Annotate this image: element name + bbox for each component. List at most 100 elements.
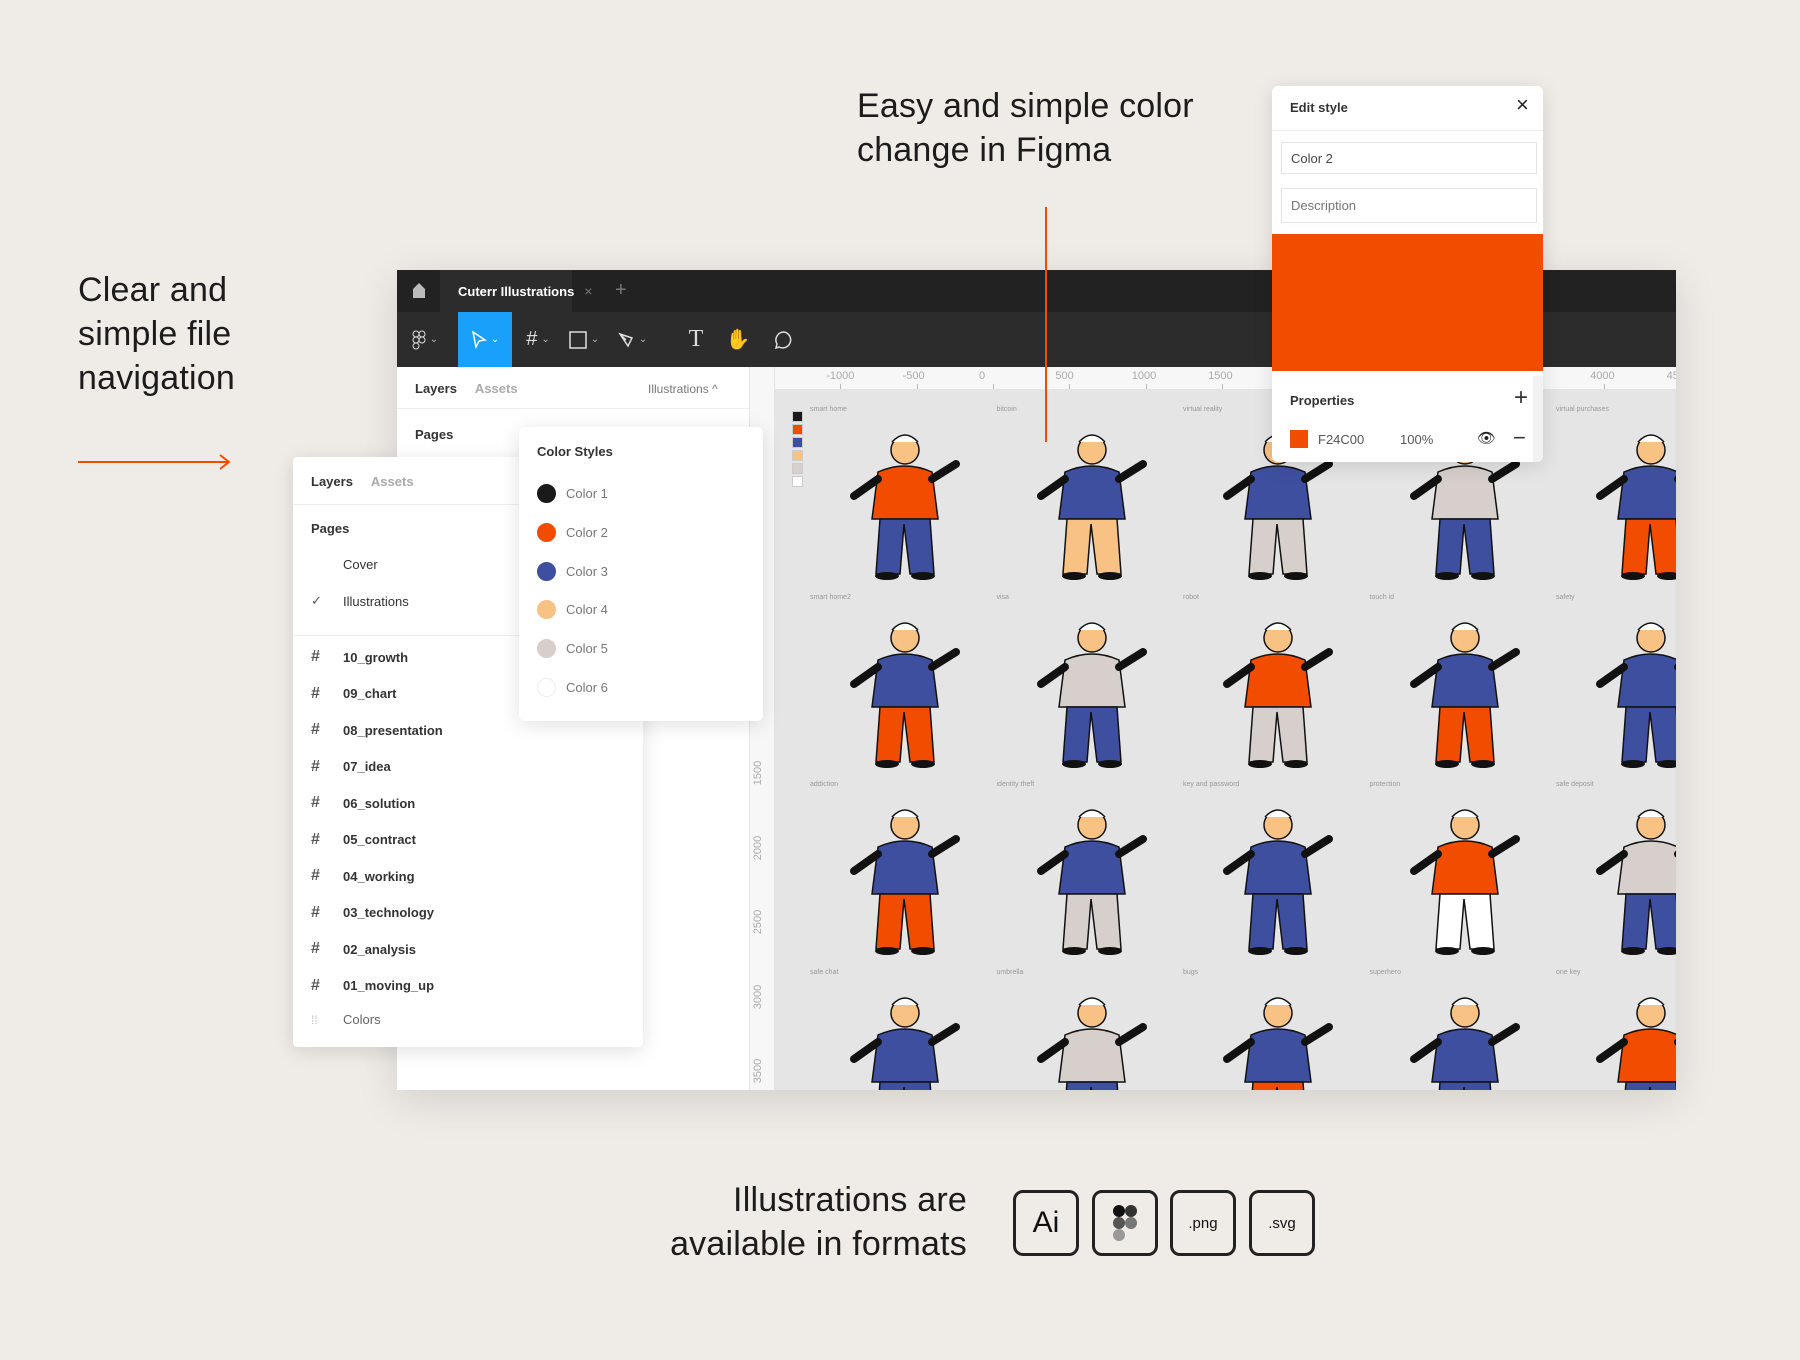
tab-assets[interactable]: Assets (475, 381, 518, 396)
figma-menu-icon[interactable]: ⌄ (405, 312, 445, 367)
illustration[interactable] (1586, 799, 1676, 959)
close-icon[interactable]: × (1516, 92, 1529, 118)
description-input[interactable] (1281, 188, 1537, 223)
layer-frame[interactable]: #04_working (311, 867, 415, 885)
fill-hex[interactable]: F24C00 (1318, 432, 1364, 447)
layer-name: 09_chart (343, 686, 397, 701)
illustration-label: identity theft (996, 781, 1035, 788)
color-preview (1272, 234, 1543, 371)
layer-name: 07_idea (343, 759, 391, 774)
color-style-item[interactable]: Color 1 (537, 484, 608, 503)
add-property-icon[interactable]: + (1514, 384, 1528, 412)
illustration[interactable] (1027, 987, 1157, 1090)
layer-name: Colors (343, 1012, 381, 1027)
illustration[interactable] (840, 612, 970, 772)
file-tab-title: Cuterr Illustrations (458, 283, 575, 299)
headline-line: Easy and simple color (857, 87, 1194, 125)
pen-icon[interactable]: ⌄ (609, 312, 655, 367)
illustration[interactable] (1400, 987, 1530, 1090)
frame-icon[interactable]: # ⌄ (515, 312, 561, 367)
layer-frame[interactable]: #07_idea (311, 758, 391, 776)
layer-frame[interactable]: #05_contract (311, 831, 416, 849)
layer-colors-group[interactable]: ⁞⁞ Colors (311, 1012, 381, 1027)
color-style-item[interactable]: Color 2 (537, 522, 608, 542)
close-tab-icon[interactable]: × (584, 283, 592, 299)
illustration[interactable] (1586, 987, 1676, 1090)
divider (397, 408, 749, 409)
color-style-item[interactable]: Color 5 (537, 639, 608, 659)
tab-assets[interactable]: Assets (371, 474, 414, 489)
illustration-label: robot (1183, 593, 1199, 601)
ruler-label: 2000 (752, 835, 765, 860)
home-icon[interactable] (411, 281, 427, 299)
tab-layers[interactable]: Layers (415, 381, 457, 396)
eye-icon[interactable]: 👁 (1477, 429, 1496, 447)
illustration[interactable] (1400, 799, 1530, 959)
layer-frame[interactable]: #03_technology (311, 904, 434, 922)
color-style-item[interactable]: Color 3 (537, 561, 608, 581)
comment-icon[interactable] (769, 312, 799, 367)
layer-name: 10_growth (343, 649, 409, 665)
illustration[interactable] (840, 799, 970, 959)
illustration[interactable] (1213, 799, 1343, 959)
layer-frame[interactable]: #10_growth (311, 648, 408, 666)
remove-property-icon[interactable]: − (1513, 425, 1526, 451)
color-styles-popup: Color Styles Color 1 Color 2 Color 3 Color … (519, 427, 763, 721)
file-tab[interactable]: Cuterr Illustrations × (440, 270, 592, 312)
fill-swatch[interactable] (1290, 430, 1308, 448)
page-select[interactable]: Illustrations ^ (648, 382, 718, 396)
edit-style-title: Edit style (1290, 100, 1348, 115)
hand-icon[interactable]: ✋ (723, 312, 753, 367)
format-figma-icon (1092, 1190, 1158, 1256)
frame-icon: # (311, 830, 320, 848)
illustration-label: bugs (1183, 968, 1199, 976)
headline-navigation: Clear and simple file navigation (78, 268, 235, 400)
illustration-label: umbrella (996, 968, 1024, 976)
scrollbar[interactable] (1533, 376, 1543, 462)
canvas-color-swatch (792, 463, 803, 474)
illustration[interactable] (1027, 612, 1157, 772)
ruler-label: 1000 (1131, 370, 1157, 382)
ruler-label: 4000 (1590, 370, 1615, 382)
page-item-illustrations[interactable]: ✓ Illustrations (311, 593, 409, 609)
canvas[interactable]: smart home bitcoin virtual reality virtual … (775, 390, 1676, 1090)
rectangle-icon[interactable]: ⌄ (561, 312, 607, 367)
layer-frame[interactable]: #08_presentation (311, 721, 443, 739)
illustration[interactable] (840, 987, 970, 1090)
illustration[interactable] (1400, 612, 1530, 772)
tab-layers[interactable]: Layers (311, 474, 353, 489)
format-ai-icon: Ai (1013, 1190, 1079, 1256)
illustration[interactable] (1586, 424, 1676, 584)
illustration-label: superhero (1369, 968, 1402, 976)
illustration[interactable] (840, 424, 970, 584)
pages-label: Pages (415, 427, 454, 442)
headline-line: Clear and (78, 271, 228, 309)
ruler-tick (916, 384, 918, 389)
page-item-cover[interactable]: Cover (311, 557, 378, 572)
illustration-label: key and password (1183, 781, 1240, 788)
style-name-input[interactable] (1281, 142, 1537, 174)
layer-frame[interactable]: #02_analysis (311, 940, 416, 958)
new-tab-button[interactable]: + (615, 279, 627, 302)
color-swatch (537, 484, 556, 503)
layer-frame[interactable]: #09_chart (311, 685, 396, 703)
move-icon[interactable]: ⌄ (458, 312, 512, 367)
ruler-label: 3000 (752, 984, 765, 1010)
illustration[interactable] (1213, 987, 1343, 1090)
illustration[interactable] (1027, 424, 1157, 584)
fill-opacity[interactable]: 100% (1400, 432, 1433, 447)
frame-icon: # (311, 867, 320, 884)
illustration[interactable] (1213, 612, 1343, 772)
color-style-item[interactable]: Color 6 (537, 678, 608, 697)
layer-frame[interactable]: #06_solution (311, 794, 415, 812)
frame-icon: # (311, 684, 320, 702)
layer-frame[interactable]: #01_moving_up (311, 977, 434, 995)
ruler-label: -500 (902, 370, 925, 382)
illustration[interactable] (1027, 799, 1157, 959)
illustration[interactable] (1586, 612, 1676, 772)
text-icon[interactable]: T (683, 312, 709, 367)
headline-formats: Illustrations are available in formats (560, 1178, 967, 1266)
headline-line: Illustrations are (733, 1181, 967, 1219)
layer-name: 02_analysis (343, 941, 417, 957)
color-style-item[interactable]: Color 4 (537, 600, 608, 620)
